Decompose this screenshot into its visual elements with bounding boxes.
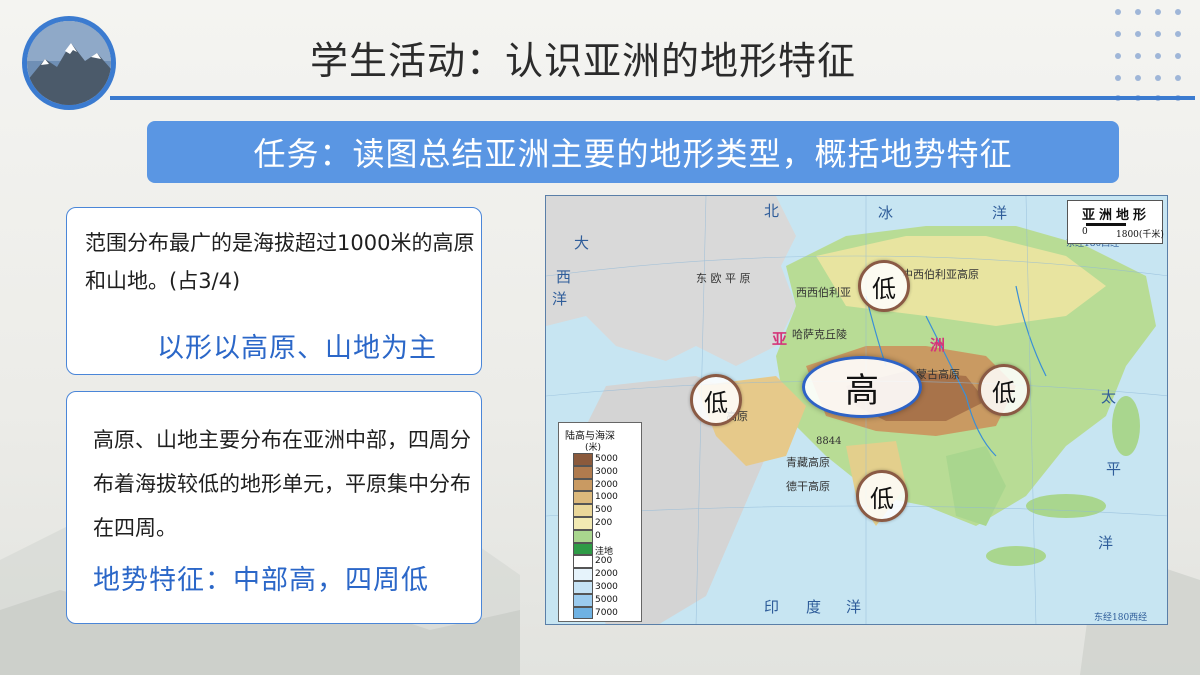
card-2-body: 高原、山地主要分布在亚洲中部，四周分布着海拔较低的地形单元，平原集中分布在四周。 [93,428,471,540]
map-label-asia-2: 洲 [930,336,946,354]
card-2-highlight: 地势特征：中部高，四周低 [93,565,429,596]
card-1-body: 范围分布最广的是海拔超过1000米的高原和山地。(占3/4) [85,231,475,293]
legend-level-label: 2000 [595,569,618,580]
legend-level-label: 0 [595,530,601,541]
map-label-central-siberia: 中西伯利亚高原 [902,268,979,281]
map-label-kazakh: 哈萨克丘陵 [792,328,847,341]
map-label-indian-2: 度 [806,598,822,616]
bubble-low-south: 低 [856,470,908,522]
legend-swatch [573,529,593,543]
map-label-tibet: 青藏高原 [786,456,830,469]
legend-level-label: 1000 [595,492,618,503]
legend-level-label: 5000 [595,454,618,464]
legend-level-label: 3000 [595,466,618,477]
legend-swatch [573,555,593,569]
map-label-east-europe: 东 欧 平 原 [696,272,751,285]
page-title: 学生活动：认识亚洲的地形特征 [310,39,857,83]
legend-swatch [573,606,593,620]
legend-swatch [573,542,593,556]
legend-swatch [573,504,593,517]
map-scale-label-1: 1800(千米) [1116,230,1164,240]
legend-swatch [573,478,593,492]
bubble-high-center: 高 [802,356,922,418]
map-label-atlantic-1: 大 [574,234,590,252]
legend-swatch [573,453,593,466]
title-underline [110,96,1195,100]
legend-swatch [573,491,593,505]
info-card-2: 高原、山地主要分布在亚洲中部，四周分布着海拔较低的地形单元，平原集中分布在四周。… [66,391,482,624]
map-label-atlantic-3: 洋 [552,290,568,308]
legend-level-label: 3000 [595,582,618,592]
task-banner: 任务：读图总结亚洲主要的地形类型，概括地势特征 [147,121,1119,183]
legend-level-label: 5000 [595,594,618,605]
map-legend: 陆高与海深 (米) 5000 3000 2000 1000 500 200 0 洼地 200 20… [558,422,642,622]
map-title-box: 亚洲地形 0 1800(千米) [1067,200,1164,244]
bubble-low-west: 低 [690,374,742,426]
map-label-indian-1: 印 [764,598,780,616]
decorative-dot-grid [1115,9,1181,101]
map-label-north-1: 北 [764,202,780,220]
map-label-indian-3: 洋 [846,598,862,616]
legend-level-label: 200 [595,556,613,567]
legend-swatch [573,581,593,594]
info-card-1: 范围分布最广的是海拔超过1000米的高原和山地。(占3/4) 以形以高原、山地为… [66,207,482,375]
legend-level-label: 2000 [595,479,618,490]
mountain-logo-image [22,16,116,110]
map-label-everest: 8844 [816,436,842,447]
legend-swatch [573,465,593,479]
card-1-highlight: 以形以高原、山地为主 [157,333,437,364]
task-text: 任务：读图总结亚洲主要的地形类型，概括地势特征 [253,135,1013,173]
map-label-deccan: 德干高原 [786,480,830,493]
map-meridian-bottom: 东经180西经 [1094,613,1148,623]
map-title: 亚洲地形 [1082,208,1151,223]
bubble-low-north: 低 [858,260,910,312]
bubble-low-east: 低 [978,364,1030,416]
map-label-pacific-1: 太 [1101,388,1117,406]
map-label-pacific-2: 平 [1106,460,1122,478]
legend-level-label: 洼地 [595,546,614,557]
map-label-asia-1: 亚 [772,330,788,348]
map-label-north-3: 洋 [992,204,1008,222]
legend-level-label: 7000 [595,607,618,618]
map-label-mongolia: 蒙古高原 [916,368,960,381]
legend-swatch [573,568,593,581]
asia-terrain-map: 北 冰 洋 大 西 洋 太 平 洋 印 度 洋 亚 洲 东 欧 平 原 西西伯利… [545,195,1168,625]
legend-unit: (米) [585,443,602,453]
legend-swatch [573,517,593,530]
legend-level-label: 500 [595,505,613,516]
map-label-atlantic-2: 西 [556,268,572,286]
map-label-west-siberia: 西西伯利亚 [796,286,851,299]
legend-swatch [573,593,593,607]
map-scale-bar [1086,223,1126,226]
map-label-pacific-3: 洋 [1098,534,1114,552]
legend-level-label: 200 [595,518,613,528]
map-label-north-2: 冰 [878,204,894,222]
